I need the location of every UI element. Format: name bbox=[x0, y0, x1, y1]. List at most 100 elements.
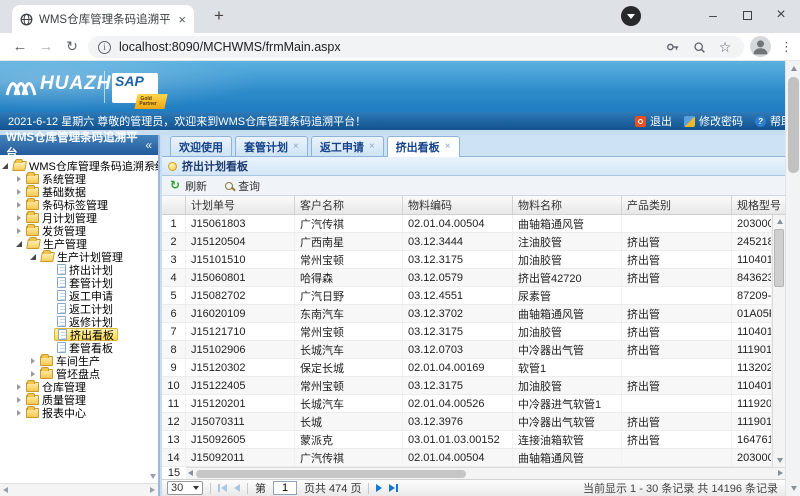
tab-close-icon[interactable]: × bbox=[293, 142, 299, 152]
sap-gold-partner-badge: Gold Partner bbox=[134, 94, 167, 109]
site-info-icon[interactable]: i bbox=[98, 41, 111, 54]
scroll-right-icon[interactable] bbox=[150, 487, 155, 493]
scrollbar-thumb[interactable] bbox=[788, 77, 799, 173]
tree-scroll-down-icon[interactable] bbox=[150, 474, 156, 479]
download-indicator-icon[interactable] bbox=[621, 6, 641, 26]
tree-expand-arrow-icon[interactable] bbox=[16, 241, 22, 247]
tab-close-icon[interactable]: × bbox=[369, 142, 375, 152]
next-page-button[interactable] bbox=[376, 484, 382, 492]
content-tab[interactable]: 套管计划 × bbox=[235, 136, 308, 156]
table-row[interactable]: 13 J15092605 蒙派克 03.01.01.03.00152 连接油箱软… bbox=[162, 431, 772, 449]
password-key-icon[interactable] bbox=[664, 40, 682, 54]
column-header-material-name[interactable]: 物料名称 bbox=[513, 196, 622, 214]
tree-expand-arrow-icon[interactable] bbox=[31, 358, 35, 364]
tab-close-icon[interactable]: × bbox=[178, 13, 186, 26]
scroll-up-icon[interactable] bbox=[773, 215, 785, 228]
change-password-button[interactable]: 修改密码 bbox=[684, 113, 743, 129]
tree-scroll-up-icon[interactable] bbox=[150, 161, 156, 166]
scroll-left-icon[interactable] bbox=[188, 470, 193, 476]
scroll-right-icon[interactable] bbox=[778, 470, 783, 476]
grid-header-row: 计划单号 客户名称 物料编码 物料名称 产品类别 规格型号 bbox=[162, 196, 785, 215]
cell-product-type bbox=[622, 395, 732, 412]
table-row[interactable]: 10 J15122405 常州宝顿 03.12.3175 加油胶管 挤出管 11… bbox=[162, 377, 772, 395]
column-header-spec[interactable]: 规格型号 bbox=[732, 196, 785, 214]
tab-close-icon[interactable]: × bbox=[445, 142, 451, 152]
grid-vertical-scrollbar[interactable] bbox=[772, 215, 785, 467]
table-row[interactable]: 12 J15070311 长城 03.12.3976 中冷器出气软管 挤出管 1… bbox=[162, 413, 772, 431]
tree-expand-arrow-icon[interactable] bbox=[17, 215, 21, 221]
tree-expand-arrow-icon[interactable] bbox=[17, 189, 21, 195]
last-page-button[interactable] bbox=[389, 484, 398, 492]
url-text[interactable]: localhost:8090/MCHWMS/frmMain.aspx bbox=[119, 40, 656, 54]
window-close-button[interactable]: × bbox=[766, 0, 796, 30]
column-header[interactable] bbox=[162, 196, 186, 214]
table-row[interactable]: 9 J15120302 保定长城 02.01.04.00169 软管1 1132… bbox=[162, 359, 772, 377]
cell-customer: 东南汽车 bbox=[295, 305, 403, 322]
scroll-up-icon[interactable] bbox=[786, 61, 800, 76]
tree-expand-arrow-icon[interactable] bbox=[2, 163, 8, 169]
content-tab[interactable]: 返工申请 × bbox=[311, 136, 384, 156]
tree-expand-arrow-icon[interactable] bbox=[17, 202, 21, 208]
table-row[interactable]: 8 J15102906 长城汽车 03.12.0703 中冷器出气管 挤出管 1… bbox=[162, 341, 772, 359]
forward-button[interactable]: → bbox=[34, 33, 58, 60]
tree-expand-arrow-icon[interactable] bbox=[17, 410, 21, 416]
tree-expand-arrow-icon[interactable] bbox=[17, 176, 21, 182]
table-row[interactable]: 11 J15120201 长城汽车 02.01.04.00526 中冷器进气软管… bbox=[162, 395, 772, 413]
url-omnibox[interactable]: i localhost:8090/MCHWMS/frmMain.aspx ☆ bbox=[88, 36, 744, 58]
pager-separator bbox=[247, 483, 248, 494]
table-row[interactable]: 7 J15121710 常州宝顿 03.12.3175 加油胶管 挤出管 110… bbox=[162, 323, 772, 341]
scrollbar-thumb[interactable] bbox=[196, 470, 466, 478]
cell-spec: 1104013XSZD bbox=[732, 251, 772, 268]
tree-expand-arrow-icon[interactable] bbox=[17, 384, 21, 390]
page-number-input[interactable] bbox=[273, 481, 297, 495]
first-page-button[interactable] bbox=[218, 484, 227, 492]
search-icon bbox=[225, 182, 233, 190]
refresh-button[interactable]: 刷新 bbox=[170, 178, 207, 194]
window-minimize-button[interactable]: – bbox=[698, 0, 728, 30]
table-row[interactable]: 3 J15101510 常州宝顿 03.12.3175 加油胶管 挤出管 110… bbox=[162, 251, 772, 269]
column-header-product-type[interactable]: 产品类别 bbox=[622, 196, 732, 214]
scroll-left-icon[interactable] bbox=[3, 487, 8, 493]
back-button[interactable]: ← bbox=[8, 33, 32, 60]
table-row[interactable]: 5 J15082702 广汽日野 03.12.4551 尿素管 87209-H5… bbox=[162, 287, 772, 305]
zoom-icon[interactable] bbox=[690, 41, 708, 54]
search-button[interactable]: 查询 bbox=[225, 178, 260, 194]
bookmark-star-icon[interactable]: ☆ bbox=[716, 39, 734, 56]
tree-expand-arrow-icon[interactable] bbox=[17, 397, 21, 403]
scrollbar-thumb[interactable] bbox=[774, 229, 784, 287]
sidebar-collapse-icon[interactable]: « bbox=[145, 138, 152, 152]
tab-label: 挤出看板 bbox=[396, 139, 440, 155]
sidebar-horizontal-scrollbar[interactable] bbox=[0, 483, 158, 496]
browser-menu-icon[interactable]: ⋮ bbox=[780, 33, 793, 60]
table-row[interactable]: 4 J15060801 哈得森 03.12.0579 挤出管42720 挤出管 … bbox=[162, 269, 772, 287]
content-tab[interactable]: 挤出看板 × bbox=[387, 136, 460, 157]
tree-expand-arrow-icon[interactable] bbox=[17, 228, 21, 234]
table-row[interactable]: 6 J16020109 东南汽车 03.12.3702 曲轴箱通风管 挤出管 0… bbox=[162, 305, 772, 323]
page-vertical-scrollbar[interactable] bbox=[785, 61, 800, 496]
cell-product-type: 挤出管 bbox=[622, 323, 732, 340]
tree-expand-arrow-icon[interactable] bbox=[30, 254, 36, 260]
column-header-customer[interactable]: 客户名称 bbox=[295, 196, 403, 214]
tree-expand-arrow-icon[interactable] bbox=[31, 371, 35, 377]
table-row[interactable]: 1 J15061803 广汽传祺 02.01.04.00504 曲轴箱通风管 2… bbox=[162, 215, 772, 233]
new-tab-button[interactable]: + bbox=[206, 3, 232, 29]
logout-button[interactable]: 退出 bbox=[635, 113, 672, 129]
column-header-material-code[interactable]: 物料编码 bbox=[403, 196, 513, 214]
grid-horizontal-scrollbar[interactable] bbox=[186, 467, 785, 479]
tree-node-icon bbox=[26, 174, 39, 184]
table-row[interactable]: 2 J15120504 广西南星 03.12.3444 注油胶管 挤出管 245… bbox=[162, 233, 772, 251]
browser-tab[interactable]: WMS仓库管理条码追溯平台 × bbox=[12, 5, 194, 33]
cell-material-code: 03.12.4551 bbox=[403, 287, 513, 304]
profile-avatar[interactable] bbox=[750, 36, 771, 57]
table-row[interactable]: 14 J15092011 广汽传祺 02.01.04.00504 曲轴箱通风管 … bbox=[162, 449, 772, 467]
scroll-down-icon[interactable] bbox=[786, 481, 800, 496]
content-tab[interactable]: 欢迎使用 bbox=[170, 136, 232, 156]
prev-page-button[interactable] bbox=[234, 484, 240, 492]
page-size-select[interactable]: 30 bbox=[167, 481, 203, 495]
column-header-plan-no[interactable]: 计划单号 bbox=[186, 196, 295, 214]
reload-button[interactable]: ↻ bbox=[60, 33, 84, 60]
window-maximize-button[interactable] bbox=[732, 0, 762, 30]
tree-item[interactable]: 报表中心 bbox=[0, 406, 158, 419]
tree-node-icon bbox=[57, 303, 66, 314]
scroll-down-icon[interactable] bbox=[773, 454, 785, 467]
